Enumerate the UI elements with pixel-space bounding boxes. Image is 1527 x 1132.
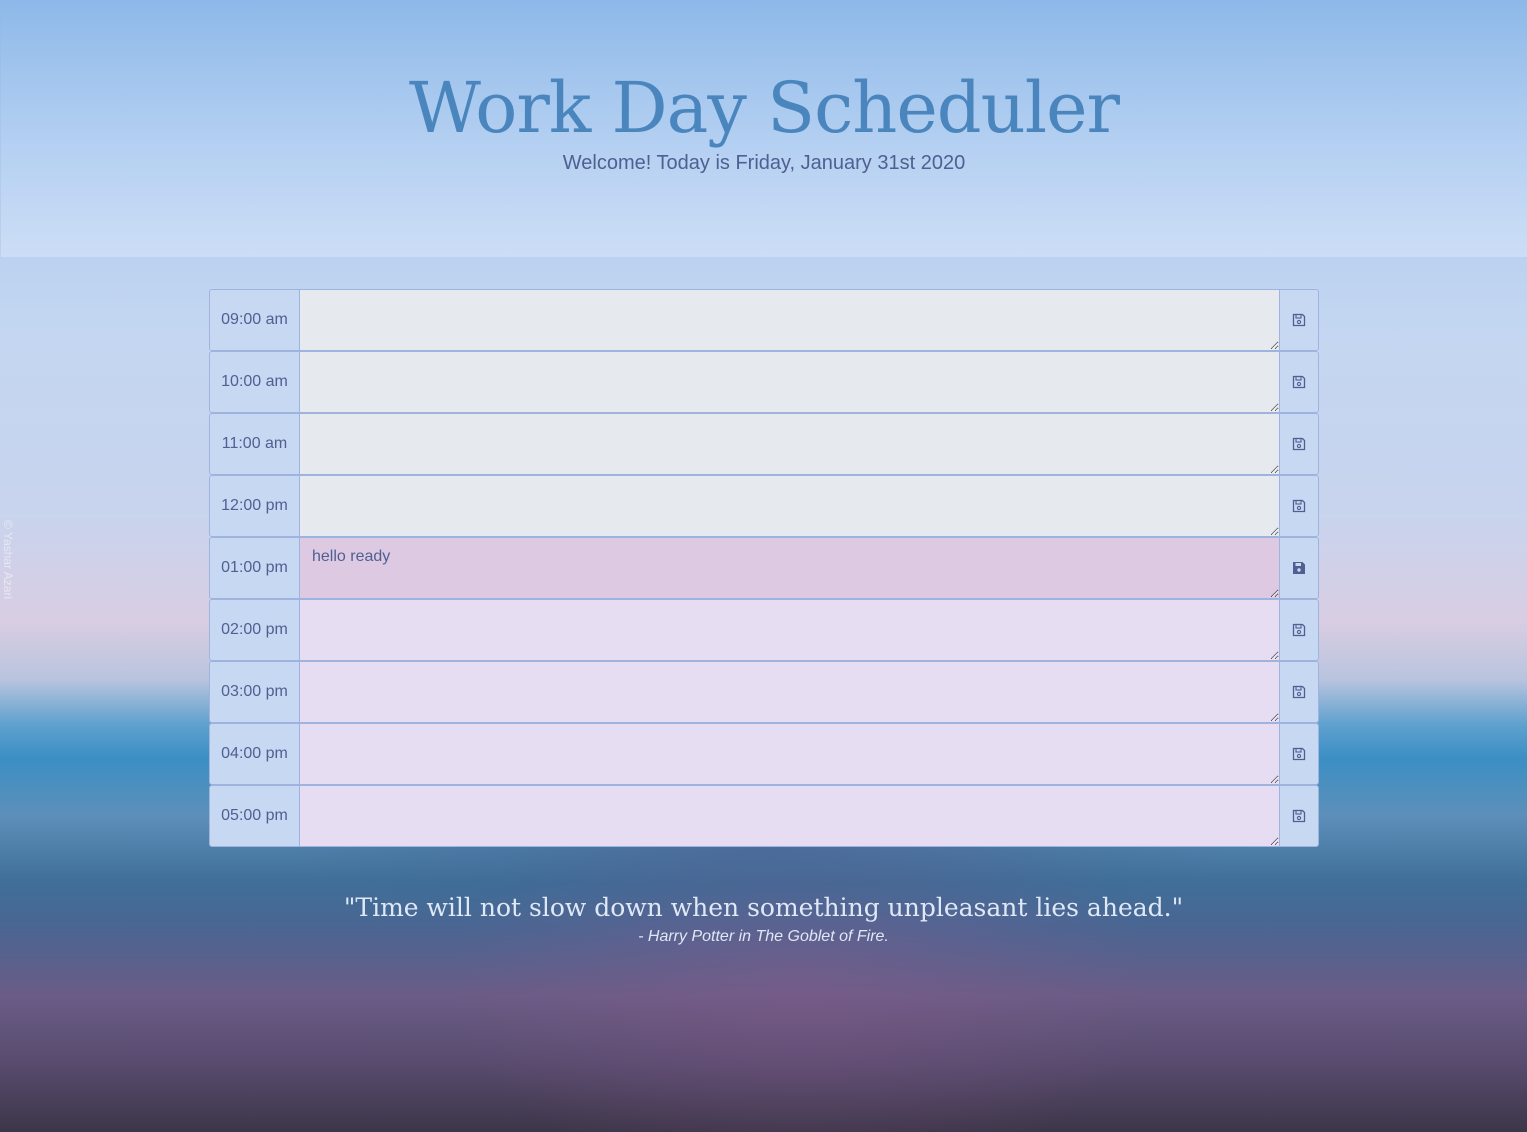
time-block-row: 10:00 am (209, 351, 1319, 413)
floppy-disk-icon (1292, 313, 1306, 327)
description-input[interactable] (300, 599, 1279, 661)
description-input[interactable] (300, 413, 1279, 475)
save-button[interactable] (1279, 661, 1319, 723)
floppy-disk-icon (1292, 437, 1306, 451)
time-block-list: 09:00 am 10:00 am 11:00 am 12:00 pm 01:0… (209, 289, 1319, 847)
save-button[interactable] (1279, 413, 1319, 475)
quote-text: "Time will not slow down when something … (343, 893, 1184, 922)
time-block-row: 11:00 am (209, 413, 1319, 475)
description-input[interactable] (300, 785, 1279, 847)
time-block-row: 03:00 pm (209, 661, 1319, 723)
description-input[interactable] (300, 537, 1279, 599)
save-button[interactable] (1279, 537, 1319, 599)
time-block-row: 09:00 am (209, 289, 1319, 351)
time-block-row: 02:00 pm (209, 599, 1319, 661)
description-input[interactable] (300, 351, 1279, 413)
description-input[interactable] (300, 289, 1279, 351)
save-button[interactable] (1279, 723, 1319, 785)
page-title: Work Day Scheduler (409, 67, 1120, 149)
hour-label: 04:00 pm (209, 723, 300, 785)
current-day: Welcome! Today is Friday, January 31st 2… (562, 152, 966, 174)
description-input[interactable] (300, 661, 1279, 723)
time-block-row: 04:00 pm (209, 723, 1319, 785)
save-button[interactable] (1279, 599, 1319, 661)
quote-block: "Time will not slow down when something … (0, 893, 1527, 946)
floppy-disk-icon (1292, 747, 1306, 761)
hour-label: 09:00 am (209, 289, 300, 351)
floppy-disk-icon (1292, 809, 1306, 823)
save-button[interactable] (1279, 289, 1319, 351)
hour-label: 02:00 pm (209, 599, 300, 661)
floppy-disk-icon (1292, 499, 1306, 513)
floppy-disk-icon (1292, 685, 1306, 699)
floppy-disk-icon (1293, 562, 1305, 574)
hour-label: 03:00 pm (209, 661, 300, 723)
photo-credit: © Yashar Azari (1, 520, 15, 600)
save-button[interactable] (1279, 351, 1319, 413)
save-button[interactable] (1279, 785, 1319, 847)
save-button[interactable] (1279, 475, 1319, 537)
time-block-row: 05:00 pm (209, 785, 1319, 847)
floppy-disk-icon (1292, 375, 1306, 389)
jumbotron-header: Work Day Scheduler Welcome! Today is Fri… (1, 0, 1527, 257)
description-input[interactable] (300, 475, 1279, 537)
floppy-disk-icon (1292, 623, 1306, 637)
hour-label: 05:00 pm (209, 785, 300, 847)
quote-citation: - Harry Potter in The Goblet of Fire. (638, 928, 889, 945)
hour-label: 10:00 am (209, 351, 300, 413)
hour-label: 01:00 pm (209, 537, 300, 599)
time-block-row: 12:00 pm (209, 475, 1319, 537)
hour-label: 11:00 am (209, 413, 300, 475)
description-input[interactable] (300, 723, 1279, 785)
time-block-row: 01:00 pm (209, 537, 1319, 599)
hour-label: 12:00 pm (209, 475, 300, 537)
